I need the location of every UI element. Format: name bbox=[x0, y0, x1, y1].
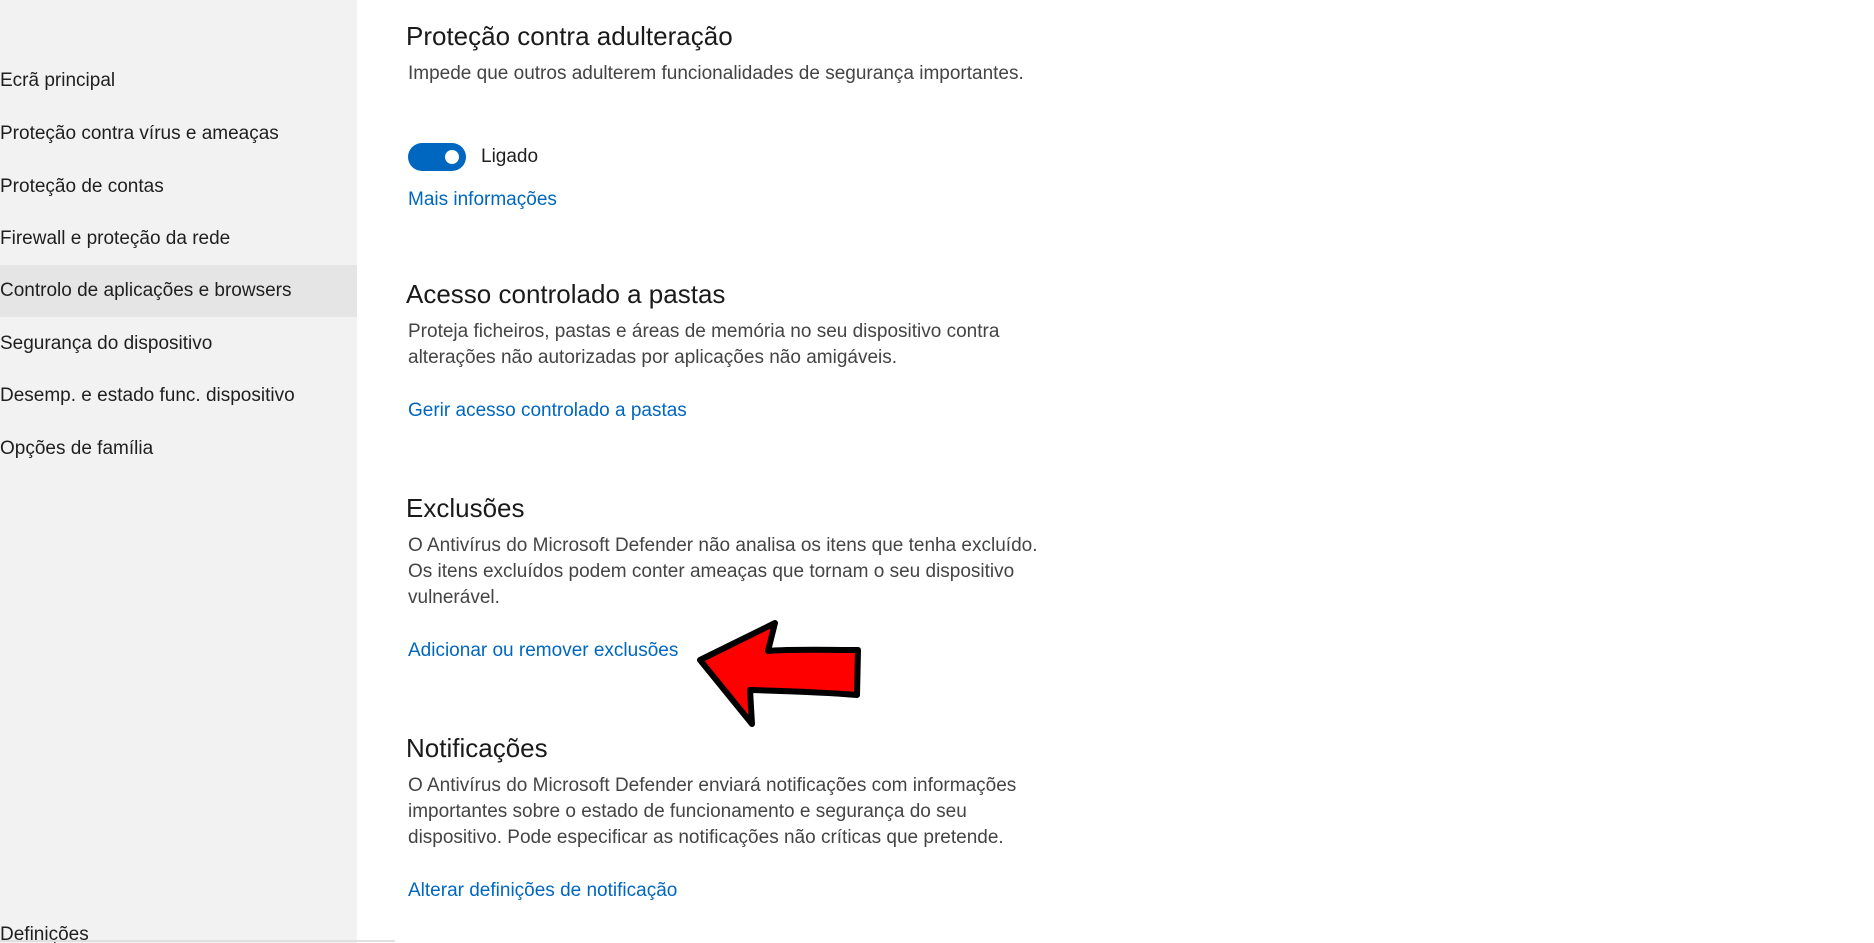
change-notification-settings-link[interactable]: Alterar definições de notificação bbox=[408, 878, 677, 904]
main-content: Proteção contra adulteração Impede que o… bbox=[406, 0, 1808, 943]
section-description: O Antivírus do Microsoft Defender enviar… bbox=[408, 775, 1017, 848]
toggle-row: Ligado bbox=[408, 143, 538, 171]
sidebar-item-firewall[interactable]: Firewall e proteção da rede bbox=[0, 213, 357, 265]
manage-folder-access-link[interactable]: Gerir acesso controlado a pastas bbox=[408, 398, 687, 424]
section-description: Proteja ficheiros, pastas e áreas de mem… bbox=[408, 321, 1000, 368]
toggle-label: Ligado bbox=[481, 146, 539, 167]
sidebar: Ecrã principal Proteção contra vírus e a… bbox=[0, 0, 357, 943]
section-title: Acesso controlado a pastas bbox=[406, 279, 726, 309]
divider bbox=[0, 940, 395, 942]
sidebar-item-label: Opções de família bbox=[0, 438, 154, 459]
section-tamper-protection: Proteção contra adulteração Impede que o… bbox=[406, 19, 1108, 210]
section-title: Proteção contra adulteração bbox=[406, 21, 733, 51]
sidebar-item-virus-protection[interactable]: Proteção contra vírus e ameaças bbox=[0, 108, 357, 160]
section-title: Notificações bbox=[406, 733, 548, 763]
section-description: Impede que outros adulterem funcionalida… bbox=[408, 63, 1024, 84]
section-notifications: Notificações O Antivírus do Microsoft De… bbox=[406, 731, 1058, 901]
red-arrow-icon bbox=[697, 620, 861, 727]
add-remove-exclusions-link[interactable]: Adicionar ou remover exclusões bbox=[408, 638, 678, 664]
section-description: O Antivírus do Microsoft Defender não an… bbox=[408, 535, 1038, 608]
tamper-protection-toggle[interactable] bbox=[408, 143, 466, 171]
sidebar-item-label: Ecrã principal bbox=[0, 70, 116, 91]
toggle-knob bbox=[445, 150, 459, 164]
sidebar-item-home[interactable]: Ecrã principal bbox=[0, 55, 357, 107]
sidebar-item-label: Segurança do dispositivo bbox=[0, 333, 213, 354]
sidebar-item-label: Controlo de aplicações e browsers bbox=[0, 280, 292, 301]
more-info-link[interactable]: Mais informações bbox=[408, 187, 557, 213]
section-title: Exclusões bbox=[406, 493, 525, 523]
sidebar-item-app-browser-control[interactable]: Controlo de aplicações e browsers bbox=[0, 265, 357, 317]
sidebar-item-label: Proteção contra vírus e ameaças bbox=[0, 123, 279, 144]
section-exclusions: Exclusões O Antivírus do Microsoft Defen… bbox=[406, 491, 1048, 661]
section-controlled-folder-access: Acesso controlado a pastas Proteja fiche… bbox=[406, 277, 1048, 421]
sidebar-item-label: Proteção de contas bbox=[0, 176, 164, 197]
sidebar-item-device-security[interactable]: Segurança do dispositivo bbox=[0, 318, 357, 370]
sidebar-item-label: Desemp. e estado func. dispositivo bbox=[0, 385, 295, 406]
sidebar-item-account-protection[interactable]: Proteção de contas bbox=[0, 161, 357, 213]
sidebar-item-family-options[interactable]: Opções de família bbox=[0, 423, 357, 475]
sidebar-item-device-performance[interactable]: Desemp. e estado func. dispositivo bbox=[0, 370, 357, 422]
sidebar-item-label: Firewall e proteção da rede bbox=[0, 228, 231, 249]
